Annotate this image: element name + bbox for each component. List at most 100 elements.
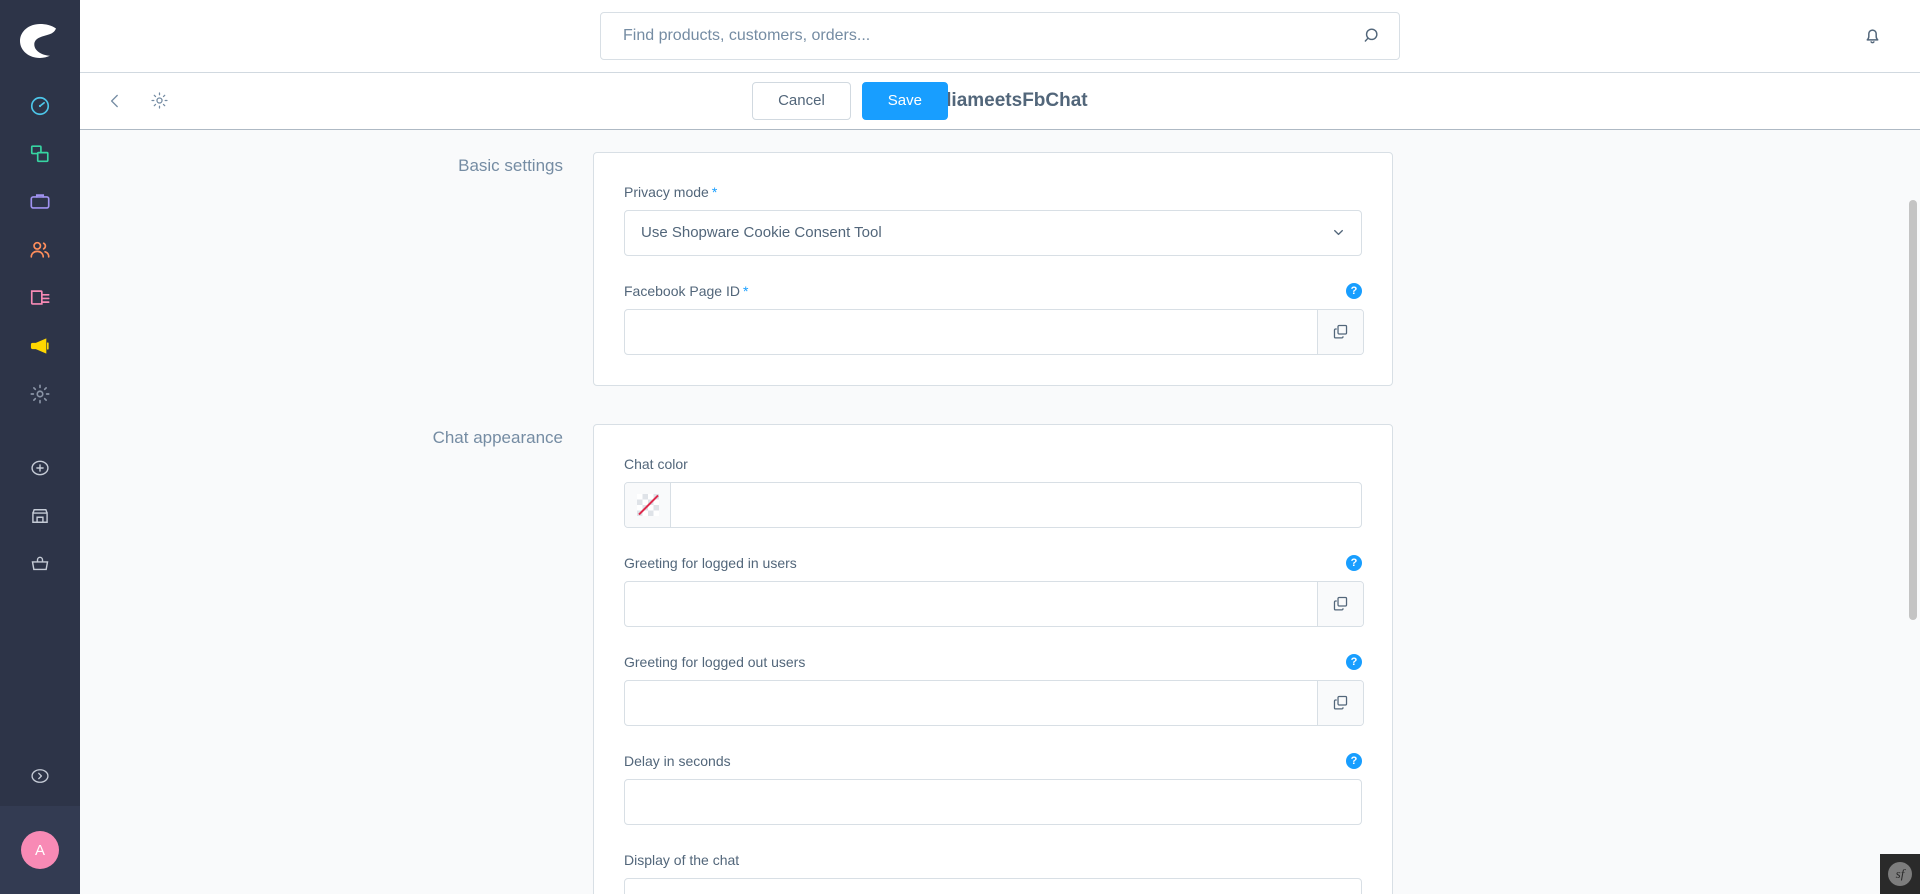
sidebar-item-marketing[interactable]: [0, 322, 80, 370]
back-button[interactable]: [102, 88, 128, 114]
store-front-icon: [32, 509, 48, 523]
greeting-logged-in-control[interactable]: [624, 580, 1364, 627]
field-label: Privacy mode *: [624, 184, 717, 200]
privacy-mode-value: Use Shopware Cookie Consent Tool: [641, 224, 882, 242]
field-header: Privacy mode *: [624, 183, 1362, 201]
section-chat-appearance: Chat appearance Chat color Greeting for …: [80, 423, 1920, 894]
sidebar-item-content[interactable]: [0, 274, 80, 322]
shopware-logo[interactable]: [0, 0, 80, 82]
copy-icon: [1333, 324, 1348, 339]
question-mark-icon[interactable]: ?: [1346, 554, 1362, 571]
expand-sidebar-button[interactable]: [0, 746, 80, 806]
scrollbar-thumb[interactable]: [1909, 199, 1917, 620]
search-icon: [1364, 28, 1378, 43]
field-chat-color: Chat color: [624, 455, 1362, 528]
field-header: Chat color: [624, 455, 1362, 473]
greeting-logged-out-control[interactable]: [624, 679, 1364, 726]
field-label-text: Facebook Page ID: [624, 282, 740, 299]
display-of-the-chat-control[interactable]: [624, 877, 1362, 894]
main-column: mediameetsFbChat Cancel Save Basic setti…: [80, 0, 1920, 894]
marketing-megaphone-icon: [30, 338, 49, 354]
gear-icon: [150, 92, 168, 109]
scrollbar-track[interactable]: [1906, 129, 1920, 894]
facebook-page-id-input[interactable]: [625, 309, 1317, 354]
settings-form: Basic settings Privacy mode * Use Shopwar…: [80, 130, 1920, 894]
user-area[interactable]: A: [0, 806, 80, 894]
field-label: Chat color: [624, 455, 688, 472]
basket-icon: [31, 556, 49, 571]
field-label: Delay in seconds: [624, 752, 731, 769]
sidebar-primary-nav: [0, 82, 80, 588]
chevron-down-icon: [1333, 230, 1343, 236]
settings-card: Privacy mode * Use Shopware Cookie Consen…: [593, 151, 1393, 386]
settings-card: Chat color Greeting for logged in users …: [593, 423, 1393, 894]
global-search[interactable]: [600, 11, 1400, 60]
greeting-logged-out-input[interactable]: [625, 680, 1317, 725]
sidebar-item-catalogues[interactable]: [0, 130, 80, 178]
sidebar-item-dashboard[interactable]: [0, 82, 80, 130]
sidebar-item-extension-store[interactable]: [0, 492, 80, 540]
required-asterisk: *: [711, 183, 718, 200]
field-privacy-mode: Privacy mode * Use Shopware Cookie Consen…: [624, 183, 1362, 256]
checker-pattern: [636, 493, 659, 516]
plugin-settings-button[interactable]: [146, 88, 172, 114]
privacy-mode-caret[interactable]: [1315, 211, 1361, 255]
smart-bar: mediameetsFbChat Cancel Save: [80, 72, 1920, 130]
field-label: Facebook Page ID *: [624, 283, 748, 299]
section-title: Basic settings: [458, 155, 563, 175]
copy-button[interactable]: [1317, 680, 1363, 725]
chat-color-control[interactable]: [624, 481, 1362, 528]
empty-color-swatch-icon[interactable]: [625, 482, 671, 527]
cancel-button[interactable]: Cancel: [752, 81, 851, 120]
greeting-logged-in-input[interactable]: [625, 581, 1317, 626]
field-header: Display of the chat: [624, 851, 1362, 869]
sidebar-item-settings[interactable]: [0, 370, 80, 418]
topbar: [80, 0, 1920, 73]
field-label: Display of the chat: [624, 851, 740, 868]
field-header: Delay in seconds ?: [624, 752, 1362, 770]
delay-in-seconds-control[interactable]: [624, 778, 1362, 825]
field-label-text: Privacy mode: [624, 183, 709, 200]
field-label: Greeting for logged out users: [624, 653, 806, 670]
sidebar-item-orders[interactable]: [0, 178, 80, 226]
dashboard-speedometer-icon: [30, 96, 50, 116]
section-title: Chat appearance: [432, 427, 563, 447]
smart-bar-actions: Cancel Save: [752, 81, 1898, 120]
symfony-profiler[interactable]: sf: [1880, 854, 1920, 894]
settings-gear-icon: [30, 384, 50, 404]
field-label: Greeting for logged in users: [624, 554, 797, 571]
bell-icon: [1866, 29, 1878, 44]
field-delay-in-seconds: Delay in seconds ?: [624, 752, 1362, 825]
display-of-the-chat-input[interactable]: [625, 878, 1361, 894]
notifications-button[interactable]: [1856, 20, 1888, 52]
delay-in-seconds-input[interactable]: [625, 779, 1361, 824]
chevron-left-icon: [110, 94, 118, 107]
facebook-page-id-control[interactable]: [624, 308, 1364, 355]
orders-bag-icon: [30, 194, 50, 209]
search-input[interactable]: [623, 26, 1359, 45]
field-greeting-logged-in: Greeting for logged in users ?: [624, 554, 1364, 627]
sidebar-item-customers[interactable]: [0, 226, 80, 274]
avatar[interactable]: A: [21, 831, 59, 869]
field-header: Greeting for logged out users ?: [624, 653, 1362, 671]
question-mark-icon[interactable]: ?: [1346, 752, 1362, 769]
customers-people-icon: [30, 241, 50, 258]
copy-icon: [1333, 695, 1348, 710]
chevron-right-circle-icon: [31, 769, 49, 783]
copy-button[interactable]: [1317, 309, 1363, 354]
app-root: A Find products, customers, orders... me…: [0, 0, 1920, 894]
question-mark-icon[interactable]: ?: [1346, 653, 1362, 670]
field-header: Greeting for logged in users ?: [624, 554, 1362, 572]
privacy-mode-select[interactable]: Use Shopware Cookie Consent Tool: [624, 209, 1362, 256]
plus-circle-icon: [31, 460, 49, 476]
search-button[interactable]: [1359, 23, 1385, 49]
sidebar-item-add-item[interactable]: [0, 444, 80, 492]
copy-button[interactable]: [1317, 581, 1363, 626]
field-greeting-logged-out: Greeting for logged out users ?: [624, 653, 1364, 726]
section-basic-settings: Basic settings Privacy mode * Use Shopwar…: [80, 151, 1920, 386]
chat-color-input[interactable]: [671, 482, 1361, 527]
save-button[interactable]: Save: [861, 81, 948, 120]
sidebar-item-my-extensions[interactable]: [0, 540, 80, 588]
content-area: Basic settings Privacy mode * Use Shopwar…: [80, 129, 1920, 894]
question-mark-icon[interactable]: ?: [1346, 282, 1362, 299]
